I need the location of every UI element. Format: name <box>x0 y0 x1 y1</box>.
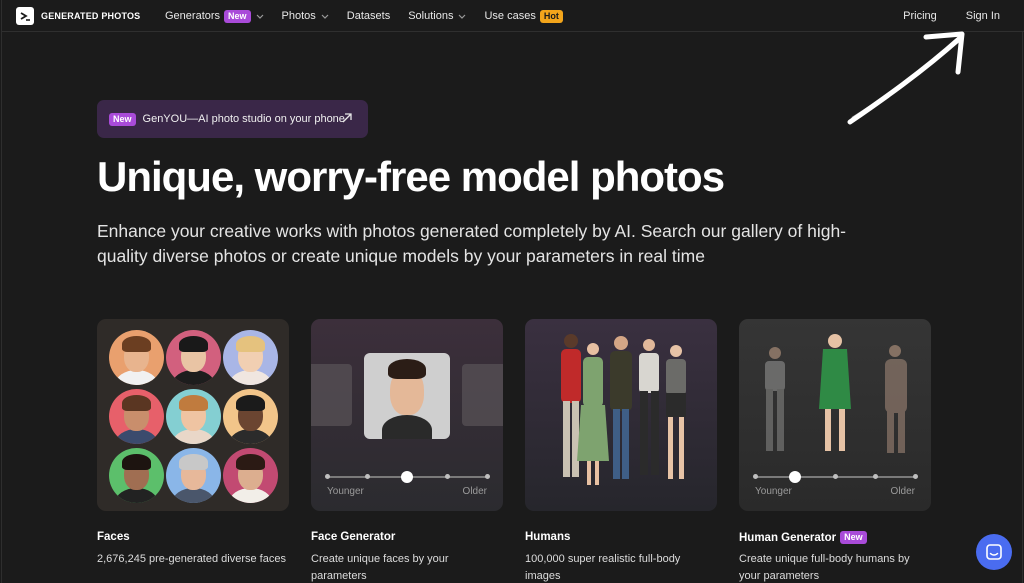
chat-icon <box>986 544 1002 560</box>
humans-card[interactable] <box>525 319 717 511</box>
card-title-faces[interactable]: Faces <box>97 531 130 543</box>
slider-step <box>873 474 878 479</box>
card-title-text: Human Generator <box>739 531 837 544</box>
nav-item-datasets[interactable]: Datasets <box>347 10 390 22</box>
nav-item-solutions[interactable]: Solutions <box>408 10 466 22</box>
nav-item-label: Use cases <box>484 10 536 22</box>
face-thumbnail <box>166 330 221 385</box>
card-desc-face-generator: Create unique faces by your parameters <box>311 553 449 582</box>
page-frame: GENERATED PHOTOS Generators New Photos D… <box>1 0 1024 583</box>
slider-step <box>913 474 918 479</box>
nav-item-use-cases[interactable]: Use cases Hot <box>484 9 563 23</box>
card-desc-humans: 100,000 super realistic full-body images <box>525 553 681 582</box>
chevron-down-icon <box>321 14 329 19</box>
external-arrow-icon <box>342 113 352 123</box>
chat-button[interactable] <box>976 534 1012 570</box>
faces-card[interactable] <box>97 319 289 511</box>
card-desc-human-generator: Create unique full-body humans by your p… <box>739 553 910 582</box>
slider-label-younger: Younger <box>755 486 792 497</box>
logo-text: GENERATED PHOTOS <box>41 11 141 21</box>
face-preview-main <box>364 353 450 439</box>
age-slider[interactable] <box>325 471 490 483</box>
face-thumbnail <box>109 389 164 444</box>
nav-item-label: Generators <box>165 10 221 22</box>
sign-in-link[interactable]: Sign In <box>966 10 1000 22</box>
face-thumbnail <box>166 448 221 503</box>
card-desc-faces: 2,676,245 pre-generated diverse faces <box>97 553 286 565</box>
announcement-pill[interactable]: New GenYOU—AI photo studio on your phone <box>97 100 368 138</box>
pricing-link[interactable]: Pricing <box>903 10 937 22</box>
slider-label-younger: Younger <box>327 486 364 497</box>
slider-step <box>833 474 838 479</box>
face-generator-card[interactable]: Younger Older <box>311 319 503 511</box>
human-preview-image <box>765 334 907 453</box>
new-badge: New <box>109 112 136 126</box>
slider-label-older: Older <box>462 486 487 497</box>
card-title-humans[interactable]: Humans <box>525 531 570 543</box>
logo-icon <box>16 7 34 25</box>
face-thumbnail <box>166 389 221 444</box>
hero-subtext: Enhance your creative works with photos … <box>97 221 847 266</box>
humans-group-image <box>561 334 686 485</box>
slider-handle[interactable] <box>789 471 801 483</box>
face-thumbnail <box>109 330 164 385</box>
slider-handle[interactable] <box>401 471 413 483</box>
nav-item-photos[interactable]: Photos <box>282 10 329 22</box>
slider-step <box>365 474 370 479</box>
face-thumbnail <box>223 330 278 385</box>
nav-item-label: Solutions <box>408 10 454 22</box>
slider-step <box>325 474 330 479</box>
page-title: Unique, worry-free model photos <box>97 153 725 200</box>
card-title-text: Face Generator <box>311 531 396 543</box>
card-title-face-generator[interactable]: Face Generator <box>311 531 395 543</box>
pointer-arrow-icon <box>847 31 965 125</box>
logo[interactable]: GENERATED PHOTOS <box>16 7 140 25</box>
nav-links: Generators New Photos Datasets Solutions… <box>165 0 581 32</box>
slider-step <box>445 474 450 479</box>
nav-item-label: Datasets <box>346 10 391 22</box>
card-title-text: Humans <box>525 531 571 543</box>
nav-item-label: Photos <box>281 10 316 22</box>
hot-badge: Hot <box>539 9 563 23</box>
faces-grid <box>109 330 278 505</box>
human-generator-card[interactable]: Younger Older <box>739 319 931 511</box>
card-title-text: Faces <box>97 531 130 543</box>
slider-step <box>753 474 758 479</box>
face-preview-left <box>311 364 352 426</box>
slider-label-older: Older <box>890 486 915 497</box>
face-thumbnail <box>109 448 164 503</box>
card-title-human-generator[interactable]: Human Generator New <box>739 531 867 544</box>
slider-step <box>485 474 490 479</box>
chevron-down-icon <box>459 14 466 19</box>
chevron-down-icon <box>256 14 263 19</box>
face-thumbnail <box>223 389 278 444</box>
new-badge: New <box>224 9 251 23</box>
new-badge: New <box>840 531 867 544</box>
face-thumbnail <box>223 448 278 503</box>
nav-item-generators[interactable]: Generators New <box>165 9 264 23</box>
age-slider[interactable] <box>753 471 918 483</box>
face-preview-right <box>462 364 503 426</box>
announcement-text: GenYOU—AI photo studio on your phone <box>142 113 345 125</box>
